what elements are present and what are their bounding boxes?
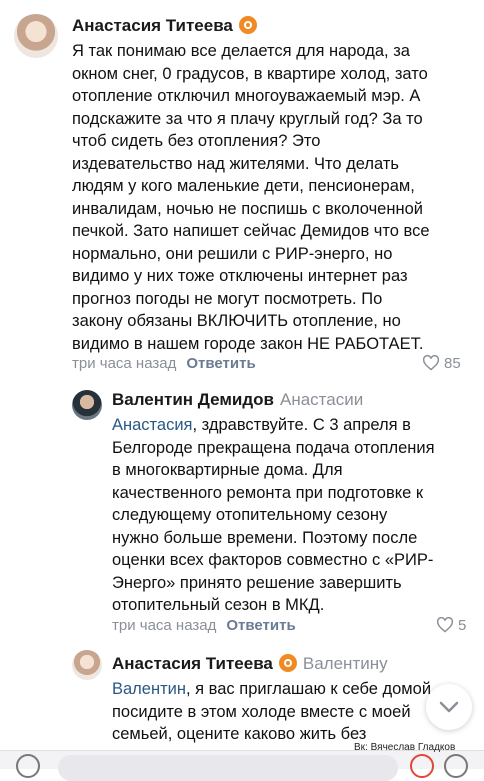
- comment-line: видимо в нашем городе закон НЕ РАБОТАЕТ.: [72, 334, 424, 353]
- scroll-down-button[interactable]: [426, 684, 472, 730]
- comment-line: видимо у них тоже отключены интернет раз: [72, 267, 408, 285]
- mention-link[interactable]: Анастасия: [112, 416, 193, 434]
- comment-author[interactable]: Анастасия Титеева Валентину: [112, 654, 388, 674]
- author-name[interactable]: Анастасия Титеева: [112, 654, 273, 673]
- like-button[interactable]: 5: [436, 617, 466, 634]
- comment-line: посидите в этом холоде вместе с моей: [112, 702, 411, 721]
- like-count: 5: [458, 617, 467, 634]
- comment-line: Анастасия, здравствуйте. С 3 апреля в: [112, 414, 474, 437]
- like-count: 85: [444, 355, 461, 372]
- avatar[interactable]: [72, 390, 102, 420]
- comment-line: подскажите за что я плачу круглый год? З…: [72, 109, 423, 128]
- comment-input[interactable]: [58, 755, 398, 781]
- comment-time: три часа назад: [112, 617, 217, 634]
- comment-line: инвалидам, ночью не поспишь с вколоченно…: [72, 199, 423, 218]
- comment-line: качественного ремонта при подготовке к: [112, 483, 424, 502]
- watermark-text: Вк: Вячеслав Гладков: [354, 742, 456, 753]
- comment-text: Валентин, я вас приглашаю к себе домой п…: [112, 678, 474, 746]
- add-attachment-icon[interactable]: [16, 754, 40, 778]
- comment-line: закону обязаны ВКЛЮЧИТЬ отопление, но: [72, 312, 401, 330]
- comment-line: отопительный сезон в МКД.: [112, 596, 325, 614]
- comment-line: Я так понимаю все делается для народа, з…: [72, 42, 410, 60]
- comment-line: Белгороде прекращена подача отопления: [112, 438, 435, 457]
- comment-line: печкой. Зато напишет сейчас Демидов что …: [72, 222, 430, 240]
- comment-line: прогноз погоды не могут посмотреть. По: [72, 289, 383, 308]
- comment-author[interactable]: Анастасия Титеева: [72, 16, 257, 36]
- heart-icon: [436, 617, 454, 633]
- comment-text: Я так понимаю все делается для народа, з…: [72, 40, 472, 355]
- comment-line: Валентин, я вас приглашаю к себе домой: [112, 678, 474, 701]
- sticker-icon[interactable]: [410, 754, 434, 778]
- microphone-icon[interactable]: [444, 754, 468, 778]
- comment-author[interactable]: Валентин Демидов Анастасии: [112, 390, 363, 410]
- comment-line: оценки всех факторов совместно с «РИР-: [112, 551, 434, 569]
- author-name[interactable]: Валентин Демидов: [112, 390, 274, 409]
- heart-icon: [422, 355, 440, 371]
- verified-badge-icon: [278, 654, 297, 672]
- comment-line: следующему отопительному сезону: [112, 506, 388, 524]
- mention-link[interactable]: Валентин: [112, 680, 186, 698]
- comment-meta: три часа назад Ответить: [112, 617, 296, 634]
- avatar[interactable]: [14, 14, 58, 58]
- comment-line: Энерго» принято решение завершить: [112, 573, 402, 592]
- author-name[interactable]: Анастасия Титеева: [72, 16, 233, 35]
- verified-badge-icon: [238, 16, 257, 34]
- reply-to-label[interactable]: Валентину: [303, 654, 388, 673]
- chevron-down-icon: [439, 701, 459, 713]
- comment-line: людям у кого маленькие дети, пенсионерам…: [72, 177, 415, 195]
- comment-line: в многоквартирные дома. Для: [112, 461, 343, 479]
- comment-line-rest: , я вас приглашаю к себе домой: [185, 680, 432, 698]
- comment-line-rest: , здравствуйте. С 3 апреля в: [192, 416, 411, 434]
- like-button[interactable]: 85: [422, 355, 461, 372]
- comment-line: чтоб сидеть без отопления? Это: [72, 132, 321, 150]
- comment-line: нужно больше времени. Поэтому после: [112, 528, 418, 547]
- comment-meta: три часа назад Ответить: [72, 355, 256, 372]
- comment-line: издевательство над жителями. Что делать: [72, 154, 400, 173]
- comment-line: нормально, они решили с РИР-энерго, но: [72, 244, 393, 263]
- reply-button[interactable]: Ответить: [226, 617, 295, 634]
- comment-time: три часа назад: [72, 355, 177, 372]
- reply-to-label[interactable]: Анастасии: [280, 390, 363, 409]
- comment-line: отопление отключил многоуважаемый мэр. А: [72, 87, 421, 105]
- comment-line: окном снег, 0 градусов, в квартире холод…: [72, 64, 428, 83]
- comment-text: Анастасия, здравствуйте. С 3 апреля в Бе…: [112, 414, 474, 617]
- reply-button[interactable]: Ответить: [186, 355, 255, 372]
- avatar[interactable]: [72, 650, 102, 680]
